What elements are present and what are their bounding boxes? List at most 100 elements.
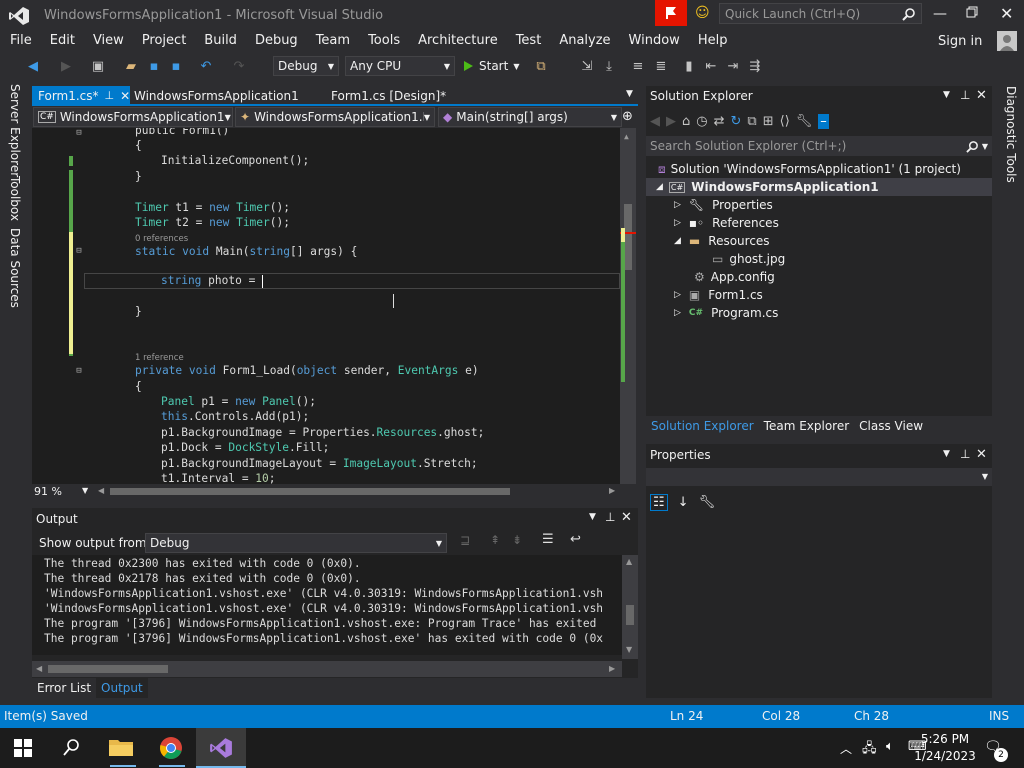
platform-select[interactable]: Any CPU ▼ (345, 56, 455, 76)
show-hidden-icons-chevron-icon[interactable]: ︿ (840, 740, 852, 757)
menu-window[interactable]: Window (620, 30, 689, 52)
browser-link-icon[interactable]: ⧉ (530, 55, 552, 77)
tab-error-list[interactable]: Error List (32, 678, 96, 698)
uncomment-lines-icon[interactable]: ≣ (650, 55, 672, 77)
start-debugging-button[interactable]: Start ▼ (462, 56, 519, 76)
categorized-icon[interactable]: ☷ (650, 493, 668, 511)
toolbox-tab[interactable]: Toolbox (8, 176, 22, 221)
properties-wrench-icon[interactable]: 🔧︎ (796, 114, 813, 129)
member-dropdown[interactable]: ◆ Main(string[] args) ▼ (438, 107, 622, 127)
tree-item-solution[interactable]: ⧈ Solution 'WindowsFormsApplication1' (1 … (658, 160, 961, 178)
open-file-icon[interactable]: ▰ (120, 55, 142, 77)
tab-windowsformsapplication1[interactable]: WindowsFormsApplication1 (128, 86, 305, 106)
sync-with-document-icon[interactable]: ⇄ (714, 114, 725, 129)
scrollbar-thumb[interactable] (626, 605, 634, 625)
alphabetical-icon[interactable]: ↓ (678, 495, 689, 510)
output-horizontal-scrollbar[interactable]: ◀ ▶ (32, 661, 622, 677)
properties-object-select[interactable]: ▼ (646, 468, 992, 486)
forward-icon[interactable]: ▶ (666, 114, 676, 129)
pin-icon[interactable]: ⊥ (960, 88, 970, 102)
tab-overflow-chevron-icon[interactable]: ▼ (626, 89, 633, 99)
tree-item-form1-cs[interactable]: ▷ ▣ Form1.cs (674, 286, 763, 304)
chrome-icon[interactable] (159, 736, 183, 760)
view-code-icon[interactable]: ⟨⟩ (780, 114, 790, 129)
tree-item-ghost-jpg[interactable]: ▭ ghost.jpg (712, 250, 785, 268)
scroll-left-icon[interactable]: ◀ (36, 664, 42, 673)
clock-time[interactable]: 5:26 PM (918, 732, 972, 746)
menu-test[interactable]: Test (507, 30, 551, 52)
window-position-chevron-icon[interactable]: ▼ (943, 449, 950, 459)
menu-view[interactable]: View (84, 30, 133, 52)
file-explorer-icon[interactable] (108, 736, 136, 760)
tree-item-program-cs[interactable]: ▷ C# Program.cs (674, 304, 778, 322)
scroll-up-icon[interactable]: ▲ (626, 557, 632, 566)
scroll-down-icon[interactable]: ▼ (626, 645, 632, 654)
pending-changes-filter-icon[interactable]: ◷ (696, 114, 707, 129)
back-icon[interactable]: ◀ (650, 114, 660, 129)
preview-selected-items-icon[interactable]: – (818, 113, 829, 129)
tree-item-properties[interactable]: ▷ 🔧︎ Properties (674, 196, 773, 214)
pin-icon[interactable]: ⊥ (605, 510, 615, 524)
search-icon[interactable] (63, 738, 81, 756)
refresh-icon[interactable]: ↻ (731, 114, 742, 129)
visual-studio-taskbar-icon[interactable] (196, 728, 246, 768)
data-sources-tab[interactable]: Data Sources (8, 228, 22, 308)
output-text-area[interactable]: The thread 0x2300 has exited with code 0… (32, 555, 622, 655)
menu-team[interactable]: Team (307, 30, 359, 52)
bookmark-icon[interactable]: ▮ (678, 55, 700, 77)
menu-file[interactable]: File (1, 30, 41, 52)
menu-edit[interactable]: Edit (41, 30, 84, 52)
editor-horizontal-scrollbar-thumb[interactable] (110, 488, 510, 495)
clock-date[interactable]: 1/24/2023 (914, 749, 976, 763)
save-icon[interactable]: ▪ (143, 55, 165, 77)
tab-output[interactable]: Output (96, 678, 148, 698)
tree-item-references[interactable]: ▷ ▪◦ References (674, 214, 779, 232)
collapse-region-icon[interactable]: ⊟ (72, 128, 86, 140)
toggle-word-wrap-icon[interactable]: ↩ (570, 532, 581, 547)
server-explorer-tab[interactable]: Server Explorer (8, 84, 22, 177)
restore-button[interactable] (966, 6, 978, 18)
scroll-left-icon[interactable]: ◀ (98, 486, 104, 495)
collapse-form1-load-icon[interactable]: ⊟ (72, 366, 86, 378)
find-in-files-icon[interactable]: ⤓ (598, 55, 620, 77)
save-all-icon[interactable]: ▪ (165, 55, 187, 77)
window-position-chevron-icon[interactable]: ▼ (943, 90, 950, 100)
feedback-flag-icon[interactable] (655, 0, 687, 26)
editor-vertical-scrollbar[interactable]: ▲ (620, 128, 636, 484)
scroll-up-icon[interactable]: ▲ (624, 132, 629, 141)
pin-icon[interactable]: ⊥ (960, 447, 970, 461)
tree-item-app-config[interactable]: ⚙ App.config (694, 268, 775, 286)
type-dropdown[interactable]: ✦ WindowsFormsApplication1.Fo ▼ (235, 107, 435, 127)
pin-icon[interactable]: ⊥ (105, 86, 115, 106)
scrollbar-thumb[interactable] (48, 665, 168, 673)
menu-build[interactable]: Build (195, 30, 246, 52)
network-icon[interactable]: 🖧︎ (862, 739, 877, 761)
close-icon[interactable]: ✕ (976, 88, 987, 103)
scrollbar-thumb[interactable] (624, 204, 632, 270)
project-dropdown[interactable]: C# WindowsFormsApplication1 ▼ (33, 107, 233, 127)
tab-team-explorer[interactable]: Team Explorer (759, 416, 855, 436)
collapse-all-icon[interactable]: ⧉ (747, 114, 756, 129)
close-icon[interactable]: ✕ (976, 447, 987, 462)
scroll-right-icon[interactable]: ▶ (609, 664, 615, 673)
collapse-main-icon[interactable]: ⊟ (72, 246, 86, 258)
step-over-icon[interactable]: ⇲ (576, 55, 598, 77)
chevron-down-icon[interactable]: ▼ (82, 486, 88, 495)
find-message-icon[interactable]: ⊒ (460, 533, 470, 547)
navigate-forward-icon[interactable]: ▶ (55, 55, 77, 77)
property-pages-icon[interactable]: 🔧︎ (699, 495, 716, 510)
tree-item-project[interactable]: ◢ C# WindowsFormsApplication1 (646, 178, 992, 196)
menu-debug[interactable]: Debug (246, 30, 307, 52)
quick-launch-box[interactable]: Quick Launch (Ctrl+Q) (719, 3, 922, 24)
menu-tools[interactable]: Tools (359, 30, 409, 52)
tab-form1-cs[interactable]: Form1.cs* ⊥ ✕ (32, 86, 130, 106)
redo-icon[interactable]: ↷ (228, 55, 250, 77)
next-bookmark-icon[interactable]: ⇥ (722, 55, 744, 77)
clear-all-icon[interactable]: ☰ (542, 532, 554, 547)
code-editor[interactable]: ⊟ ⊟ ⊟ public Form1() { InitializeCompone… (32, 128, 636, 484)
output-source-select[interactable]: Debug ▼ (145, 533, 447, 553)
clear-bookmarks-icon[interactable]: ⇶ (744, 55, 766, 77)
solution-explorer-search[interactable]: Search Solution Explorer (Ctrl+;) ▼ (646, 136, 992, 156)
volume-icon[interactable]: 🔈︎ (886, 739, 894, 754)
previous-message-icon[interactable]: ⇞ (490, 533, 500, 547)
